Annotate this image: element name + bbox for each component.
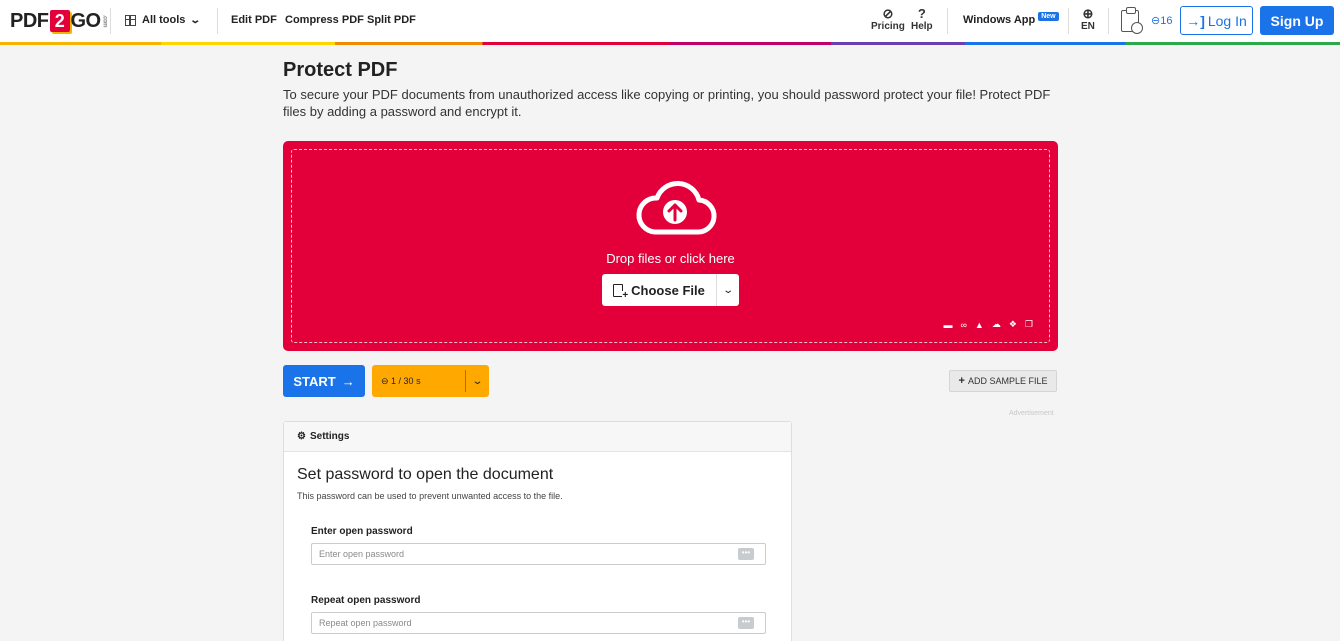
drop-files-text: Drop files or click here bbox=[606, 251, 735, 266]
repeat-password-label: Repeat open password bbox=[311, 595, 421, 606]
header-divider bbox=[947, 8, 948, 34]
header-divider bbox=[217, 8, 218, 34]
choose-file-label: Choose File bbox=[631, 282, 705, 298]
choose-file-dropdown[interactable]: ⌄ bbox=[716, 274, 739, 306]
settings-header: ⚙ Settings bbox=[284, 422, 791, 452]
pricing-link[interactable]: ⊘ Pricing bbox=[871, 6, 905, 32]
all-tools-menu[interactable]: All tools ⌄ bbox=[125, 14, 202, 26]
advertisement-label: Advertisement bbox=[1009, 410, 1054, 417]
header-divider bbox=[1068, 8, 1069, 34]
dropzone-border: Drop files or click here Choose File ⌄ ▬… bbox=[291, 149, 1050, 343]
language-label: EN bbox=[1081, 21, 1095, 32]
start-label: START bbox=[293, 373, 336, 389]
upload-dropzone[interactable]: Drop files or click here Choose File ⌄ ▬… bbox=[283, 141, 1058, 351]
nav-edit-pdf[interactable]: Edit PDF bbox=[231, 14, 277, 26]
cloud-upload-icon bbox=[636, 180, 717, 235]
credits-value: 16 bbox=[1160, 15, 1173, 27]
all-tools-label: All tools bbox=[142, 14, 186, 26]
choose-file-group: Choose File ⌄ bbox=[602, 274, 739, 306]
folder-icon[interactable]: ▬ bbox=[944, 320, 953, 330]
chevron-down-icon: ⌄ bbox=[722, 284, 734, 296]
top-bar: PDF 2 GO .com All tools ⌄ Edit PDF Compress… bbox=[0, 0, 1340, 42]
onedrive-icon[interactable]: ☁ bbox=[992, 319, 1001, 330]
login-arrow-icon: →] bbox=[1186, 12, 1205, 29]
pricing-label: Pricing bbox=[871, 21, 905, 32]
coin-icon: ⊖ bbox=[1151, 15, 1161, 27]
upload-sources: ▬ ∞ ▲ ☁ ❖ ❐ bbox=[944, 319, 1034, 330]
header-divider bbox=[110, 8, 111, 34]
login-button[interactable]: →] Log In bbox=[1180, 6, 1253, 35]
login-label: Log In bbox=[1207, 12, 1247, 29]
clipboard-clock-icon[interactable] bbox=[1121, 7, 1143, 34]
settings-panel: ⚙ Settings Set password to open the docu… bbox=[283, 421, 792, 641]
logo-text-pdf: PDF bbox=[10, 9, 49, 32]
pdf2go-logo[interactable]: PDF 2 GO .com bbox=[10, 9, 108, 33]
repeat-password-input[interactable] bbox=[311, 612, 766, 634]
limits-value: 1 / 30 s bbox=[391, 375, 421, 386]
open-password-input[interactable] bbox=[311, 543, 766, 565]
tag-icon: ⊘ bbox=[882, 6, 894, 21]
language-selector[interactable]: ⊕ EN bbox=[1081, 6, 1095, 32]
section-title: Set password to open the document bbox=[297, 466, 554, 483]
question-icon: ? bbox=[917, 6, 926, 21]
help-label: Help bbox=[911, 21, 933, 32]
page-description: To secure your PDF documents from unauth… bbox=[283, 87, 1051, 119]
help-link[interactable]: ? Help bbox=[911, 6, 933, 32]
logo-text-go: GO bbox=[70, 9, 102, 32]
credits-counter[interactable]: ⊖16 bbox=[1151, 14, 1172, 27]
dropbox-icon[interactable]: ❖ bbox=[1009, 319, 1017, 330]
new-badge: New bbox=[1038, 11, 1059, 21]
google-drive-icon[interactable]: ▲ bbox=[975, 320, 984, 330]
chevron-down-icon: ⌄ bbox=[189, 14, 202, 26]
section-description: This password can be used to prevent unw… bbox=[297, 491, 563, 501]
limits-text: ⊖ 1 / 30 s bbox=[381, 375, 421, 386]
add-sample-label: ADD SAMPLE FILE bbox=[967, 376, 1048, 386]
nav-split-pdf[interactable]: Split PDF bbox=[367, 14, 416, 26]
password-dots-icon[interactable]: ••• bbox=[738, 548, 754, 560]
choose-file-button[interactable]: Choose File bbox=[602, 274, 716, 306]
gears-icon: ⚙ bbox=[297, 431, 306, 442]
limits-dropdown[interactable]: ⊖ 1 / 30 s ⌄ bbox=[372, 365, 489, 397]
open-password-label: Enter open password bbox=[311, 526, 413, 537]
link-icon[interactable]: ∞ bbox=[961, 320, 967, 330]
windows-app-link[interactable]: Windows App New bbox=[963, 11, 1059, 26]
password-dots-icon[interactable]: ••• bbox=[738, 617, 754, 629]
clipboard-icon[interactable]: ❐ bbox=[1025, 319, 1033, 330]
logo-text-2: 2 bbox=[49, 10, 70, 32]
file-add-icon bbox=[613, 283, 629, 301]
start-button[interactable]: START → bbox=[283, 365, 365, 397]
nav-compress-pdf[interactable]: Compress PDF bbox=[285, 14, 364, 26]
settings-label: Settings bbox=[309, 431, 350, 442]
plus-icon: + bbox=[958, 375, 965, 387]
signup-label: Sign Up bbox=[1270, 12, 1324, 29]
page-title: Protect PDF bbox=[283, 59, 398, 81]
chevron-down-icon: ⌄ bbox=[471, 375, 484, 387]
logo-text-com: .com bbox=[101, 14, 108, 27]
grid-icon bbox=[125, 14, 136, 26]
header-divider bbox=[1108, 8, 1109, 34]
windows-app-label: Windows App bbox=[963, 14, 1036, 26]
signup-button[interactable]: Sign Up bbox=[1260, 6, 1334, 35]
header-color-strip bbox=[0, 42, 1340, 45]
globe-icon: ⊕ bbox=[1082, 6, 1094, 21]
arrow-right-icon: → bbox=[341, 373, 355, 389]
add-sample-file-button[interactable]: + ADD SAMPLE FILE bbox=[949, 370, 1057, 392]
